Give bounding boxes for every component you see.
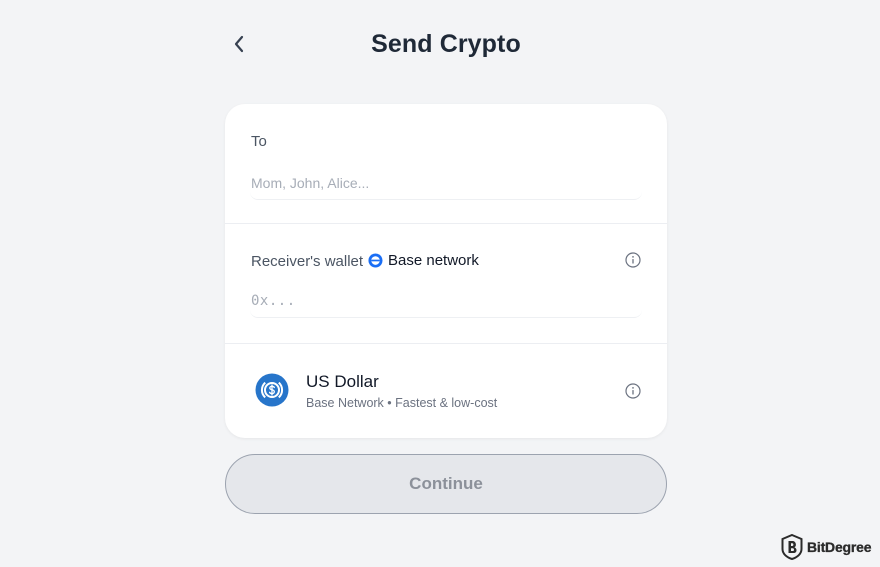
network-badge: Base network [368,252,479,269]
token-subtitle: Base Network • Fastest & low-cost [306,396,498,410]
base-network-icon [368,253,383,268]
info-icon[interactable] [625,252,641,268]
token-selector[interactable] [225,344,667,438]
bitdegree-logo-icon [781,534,803,560]
receiver-wallet-label: Receiver's wallet [251,253,364,270]
info-icon[interactable] [625,383,641,399]
page-title: Send Crypto [371,30,521,58]
watermark-text: BitDegree [807,539,872,555]
network-name: Base network [388,252,479,269]
send-form-card: To Receiver's wallet Base network US Dol… [225,104,667,438]
bitdegree-watermark: BitDegree [781,534,872,560]
continue-button[interactable]: Continue [225,454,667,514]
wallet-address-input[interactable] [250,284,642,318]
recipient-input[interactable] [250,166,642,200]
usdc-logo-icon [255,373,289,407]
token-name: US Dollar [306,372,379,391]
divider [225,223,667,224]
to-label: To [251,133,267,150]
